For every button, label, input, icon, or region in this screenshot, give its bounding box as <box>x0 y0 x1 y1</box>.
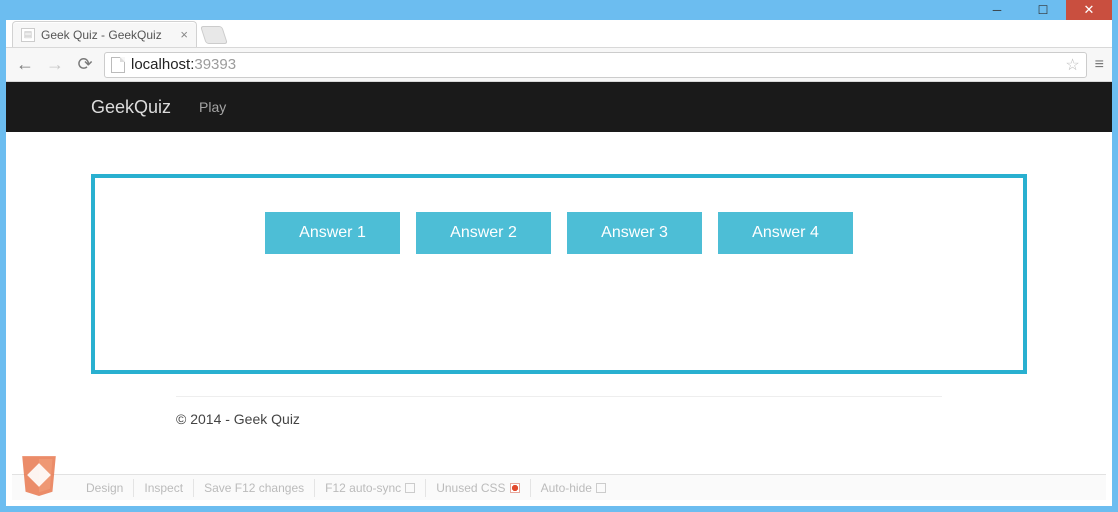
new-tab-button[interactable] <box>200 26 228 44</box>
dev-toolbar: Design Inspect Save F12 changes F12 auto… <box>12 474 1106 500</box>
address-bar[interactable]: localhost:39393 ☆ <box>104 52 1087 78</box>
dev-toolbar-save-f12[interactable]: Save F12 changes <box>194 479 315 497</box>
favicon-icon: ▤ <box>21 28 35 42</box>
bookmark-star-icon[interactable]: ☆ <box>1065 55 1079 75</box>
answer-button-1[interactable]: Answer 1 <box>265 212 400 254</box>
web-essentials-logo-icon[interactable] <box>18 454 60 496</box>
page-content: GeekQuiz Play Answer 1 Answer 2 Answer 3… <box>6 82 1112 506</box>
answers-row: Answer 1 Answer 2 Answer 3 Answer 4 <box>265 212 853 254</box>
answer-button-4[interactable]: Answer 4 <box>718 212 853 254</box>
window-close-button[interactable]: ✕ <box>1066 0 1112 20</box>
browser-tabbar: ▤ Geek Quiz - GeekQuiz × <box>6 20 1112 48</box>
quiz-panel: Answer 1 Answer 2 Answer 3 Answer 4 <box>91 174 1027 374</box>
checkbox-icon[interactable] <box>510 483 520 493</box>
dev-toolbar-auto-hide[interactable]: Auto-hide <box>531 479 616 497</box>
back-button[interactable]: ← <box>14 54 36 75</box>
tab-title: Geek Quiz - GeekQuiz <box>41 28 162 42</box>
nav-link-play[interactable]: Play <box>199 99 226 115</box>
page-icon <box>111 57 125 73</box>
dev-toolbar-f12-autosync[interactable]: F12 auto-sync <box>315 479 426 497</box>
dev-toolbar-unused-css[interactable]: Unused CSS <box>426 479 530 497</box>
brand[interactable]: GeekQuiz <box>91 97 171 118</box>
address-host: localhost: <box>131 56 194 73</box>
browser-tab[interactable]: ▤ Geek Quiz - GeekQuiz × <box>12 21 197 47</box>
answer-button-2[interactable]: Answer 2 <box>416 212 551 254</box>
hamburger-menu-icon[interactable]: ≡ <box>1095 56 1104 74</box>
footer-text: © 2014 - Geek Quiz <box>176 411 300 427</box>
forward-button[interactable]: → <box>44 54 66 75</box>
reload-button[interactable]: ⟳ <box>74 54 96 75</box>
dev-toolbar-inspect[interactable]: Inspect <box>134 479 194 497</box>
answer-button-3[interactable]: Answer 3 <box>567 212 702 254</box>
window-minimize-button[interactable]: ─ <box>974 0 1020 20</box>
close-icon[interactable]: × <box>180 27 188 42</box>
navbar: GeekQuiz Play <box>6 82 1112 132</box>
window-maximize-button[interactable]: ☐ <box>1020 0 1066 20</box>
browser-toolbar: ← → ⟳ localhost:39393 ☆ ≡ <box>6 48 1112 82</box>
checkbox-icon[interactable] <box>405 483 415 493</box>
dev-toolbar-design[interactable]: Design <box>76 479 134 497</box>
footer: © 2014 - Geek Quiz <box>176 396 942 427</box>
checkbox-icon[interactable] <box>596 483 606 493</box>
address-port: 39393 <box>194 56 236 73</box>
